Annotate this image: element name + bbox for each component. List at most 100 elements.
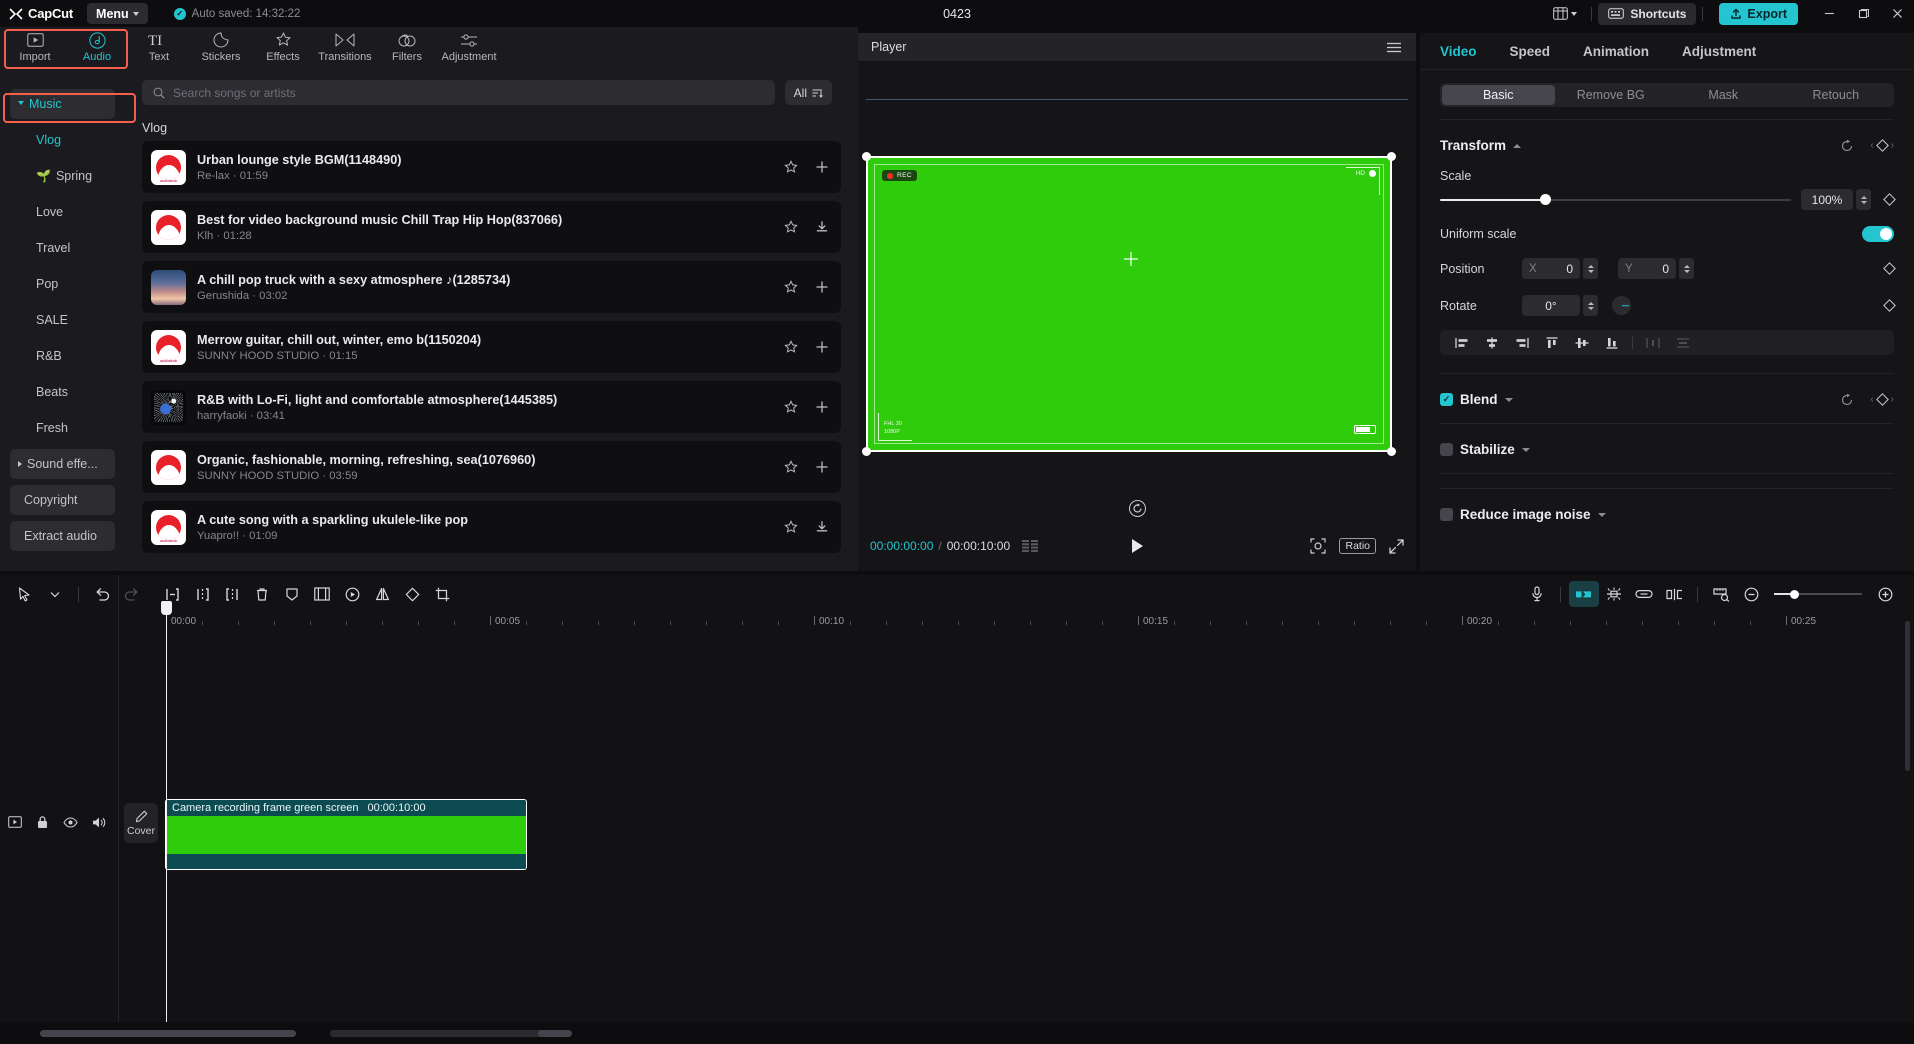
sidebar-item-beats[interactable]: Beats [10,377,115,407]
sidebar-item-extract-audio[interactable]: Extract audio [10,521,115,551]
seg-mask[interactable]: Mask [1667,85,1780,105]
hamburger-icon[interactable] [1386,42,1402,53]
distribute-h-icon[interactable] [1638,330,1668,355]
sidebar-item-travel[interactable]: Travel [10,233,115,263]
star-icon[interactable] [784,220,798,234]
preview-ruler-icon[interactable] [1706,581,1736,607]
crop-icon[interactable] [427,581,457,607]
sidebar-item-spring[interactable]: 🌱 Spring [10,161,115,191]
tab-adjustment[interactable]: Adjustment [438,27,500,67]
player-stage[interactable]: REC HD FHL 301080P [858,61,1416,491]
current-timecode[interactable]: 00:00:00:00 [870,539,933,553]
menu-button[interactable]: Menu [87,3,148,24]
split-right-icon[interactable] [217,581,247,607]
scale-slider-knob[interactable] [1540,194,1551,205]
sidebar-item-rnb[interactable]: R&B [10,341,115,371]
playhead-grip[interactable] [161,601,172,615]
close-button[interactable] [1880,0,1914,27]
tab-transitions[interactable]: Transitions [314,27,376,67]
stabilize-checkbox[interactable] [1440,443,1453,456]
align-bottom-icon[interactable] [1597,330,1627,355]
timeline-scroll-secondary[interactable] [330,1030,558,1037]
mirror-frame-icon[interactable] [307,581,337,607]
sidebar-item-sale[interactable]: SALE [10,305,115,335]
blend-keyframe-icon[interactable]: ‹› [1870,394,1894,405]
align-left-icon[interactable] [1447,330,1477,355]
fullscreen-icon[interactable] [1389,539,1404,554]
tab-effects[interactable]: Effects [252,27,314,67]
star-icon[interactable] [784,280,798,294]
position-keyframe-icon[interactable] [1885,264,1894,273]
rotate-dial[interactable] [1612,296,1631,315]
volume-icon[interactable] [92,816,107,829]
search-input[interactable] [173,86,764,100]
scale-value[interactable]: 100% [1801,189,1853,210]
distribute-v-icon[interactable] [1668,330,1698,355]
layout-button[interactable] [1545,3,1585,24]
tab-import[interactable]: Import [4,27,66,67]
tab-adjustment[interactable]: Adjustment [1682,44,1756,59]
eye-icon[interactable] [63,817,78,828]
rotate-icon[interactable] [397,581,427,607]
sidebar-item-copyright[interactable]: Copyright [10,485,115,515]
scale-slider[interactable] [1440,192,1791,208]
zoom-in-icon[interactable] [1870,581,1900,607]
export-button[interactable]: Export [1719,3,1798,25]
star-icon[interactable] [784,160,798,174]
scale-stepper[interactable] [1856,189,1871,210]
timeline-clip[interactable]: Camera recording frame green screen 00:0… [165,799,527,870]
tab-stickers[interactable]: Stickers [190,27,252,67]
reset-icon[interactable] [1840,393,1854,407]
star-icon[interactable] [784,520,798,534]
link-icon[interactable] [1629,581,1659,607]
seg-remove-bg[interactable]: Remove BG [1555,85,1668,105]
reverse-icon[interactable] [337,581,367,607]
align-center-h-icon[interactable] [1477,330,1507,355]
chevron-down-icon[interactable] [40,581,70,607]
reduce-noise-checkbox[interactable] [1440,508,1453,521]
minimize-button[interactable] [1812,0,1846,27]
tab-text[interactable]: TI Text [128,27,190,67]
sidebar-item-pop[interactable]: Pop [10,269,115,299]
fit-screen-icon[interactable] [1310,538,1326,554]
tab-video[interactable]: Video [1440,44,1477,59]
select-arrow-icon[interactable] [10,581,40,607]
sidebar-item-fresh[interactable]: Fresh [10,413,115,443]
transform-title-wrap[interactable]: Transform [1440,138,1521,153]
keyframe-diamond-icon[interactable]: ‹ › [1870,140,1894,151]
flip-icon[interactable] [367,581,397,607]
stabilize-title-wrap[interactable]: Stabilize [1440,442,1530,457]
add-to-timeline-icon[interactable] [815,460,829,474]
scale-keyframe-icon[interactable] [1885,195,1894,204]
align-top-icon[interactable] [1537,330,1567,355]
video-preview[interactable]: REC HD FHL 301080P [866,156,1392,452]
blend-title-wrap[interactable]: ✓ Blend [1440,392,1513,407]
split-icon[interactable] [187,581,217,607]
timeline-horizontal-scrollbar[interactable] [40,1030,296,1037]
frames-icon[interactable] [1022,540,1040,552]
reduce-noise-title-wrap[interactable]: Reduce image noise [1440,507,1606,522]
cover-button[interactable]: Cover [124,803,158,843]
list-item[interactable]: Best for video background music Chill Tr… [142,201,841,253]
freeze-icon[interactable] [277,581,307,607]
search-box[interactable] [142,80,775,105]
filter-all-button[interactable]: All [785,80,832,105]
lock-icon[interactable] [36,815,49,829]
ratio-button[interactable]: Ratio [1339,538,1376,554]
list-item[interactable]: Organic, fashionable, morning, refreshin… [142,441,841,493]
list-item[interactable]: audiostock Urban lounge style BGM(114849… [142,141,841,193]
tab-animation[interactable]: Animation [1583,44,1649,59]
sidebar-item-music[interactable]: Music [10,89,115,119]
rotate-value[interactable]: 0° [1522,295,1580,316]
sidebar-item-sound-effects[interactable]: Sound effe... [10,449,115,479]
list-item[interactable]: A chill pop truck with a sexy atmosphere… [142,261,841,313]
play-icon[interactable] [1132,539,1143,553]
position-y-stepper[interactable] [1679,258,1694,279]
zoom-out-icon[interactable] [1736,581,1766,607]
sidebar-item-vlog[interactable]: Vlog [10,125,115,155]
track-preview-icon[interactable] [8,816,22,828]
seg-basic[interactable]: Basic [1442,85,1555,105]
key-split-icon[interactable] [1659,581,1689,607]
magnet-icon[interactable] [1569,581,1599,607]
redo-icon[interactable] [117,581,147,607]
